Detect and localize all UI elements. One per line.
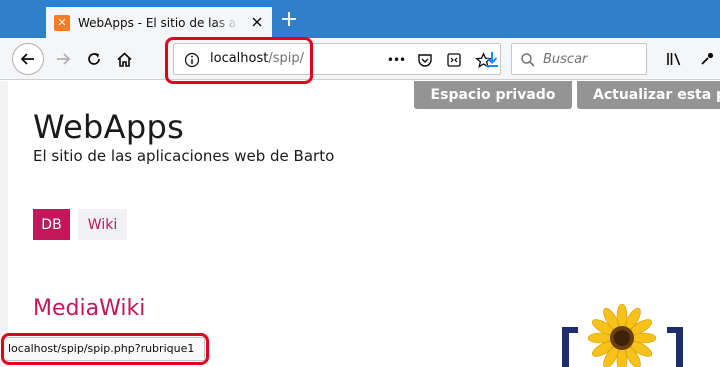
browser-tab[interactable]: ✕ WebApps - El sitio de las aplicaciones… [46,5,272,38]
actualizar-pagina-button[interactable]: Actualizar esta página [577,81,720,109]
nav-tag-wiki[interactable]: Wiki [78,209,127,240]
navigation-bar: localhost/spip/ ••• Buscar [0,38,720,80]
home-icon [116,51,132,67]
close-icon[interactable] [250,15,264,29]
reader-view-icon[interactable] [445,51,463,69]
downloads-button[interactable] [478,44,506,74]
eyedropper-icon [701,52,714,65]
forward-arrow-icon [57,53,71,65]
back-button[interactable] [12,43,44,75]
home-button[interactable] [109,44,139,74]
url-bar-actions: ••• [387,51,492,69]
eyedropper-button[interactable] [692,44,720,74]
library-icon [667,53,681,66]
mediawiki-logo-icon[interactable] [560,302,690,367]
search-box[interactable]: Buscar [511,43,647,75]
page-actions-icon[interactable]: ••• [387,51,406,69]
library-button[interactable] [660,44,690,74]
espacio-privado-button[interactable]: Espacio privado [414,81,572,109]
site-title[interactable]: WebApps [33,108,184,146]
status-bar-url: localhost/spip/spip.php?rubrique1 [3,337,205,361]
nav-tag-db[interactable]: DB [33,209,70,240]
pocket-icon[interactable] [416,51,434,69]
xampp-favicon-icon: ✕ [54,14,70,31]
reload-button[interactable] [79,44,109,74]
section-title[interactable]: MediaWiki [33,296,145,321]
download-icon [486,52,498,67]
info-icon[interactable] [184,52,200,68]
url-host: localhost [210,51,269,66]
reload-icon [88,53,100,65]
url-text[interactable]: localhost/spip/ [210,51,304,66]
search-icon [521,53,535,67]
forward-button[interactable] [48,44,78,74]
tab-title: WebApps - El sitio de las aplicaciones w… [78,15,238,30]
site-slogan: El sitio de las aplicaciones web de Bart… [33,147,335,165]
url-bar[interactable]: localhost/spip/ ••• [173,43,501,75]
search-placeholder: Buscar [543,52,588,67]
back-arrow-icon [20,53,34,65]
new-tab-icon[interactable] [278,8,300,30]
url-path: /spip/ [268,51,305,66]
tab-strip: ✕ WebApps - El sitio de las aplicaciones… [0,0,720,38]
